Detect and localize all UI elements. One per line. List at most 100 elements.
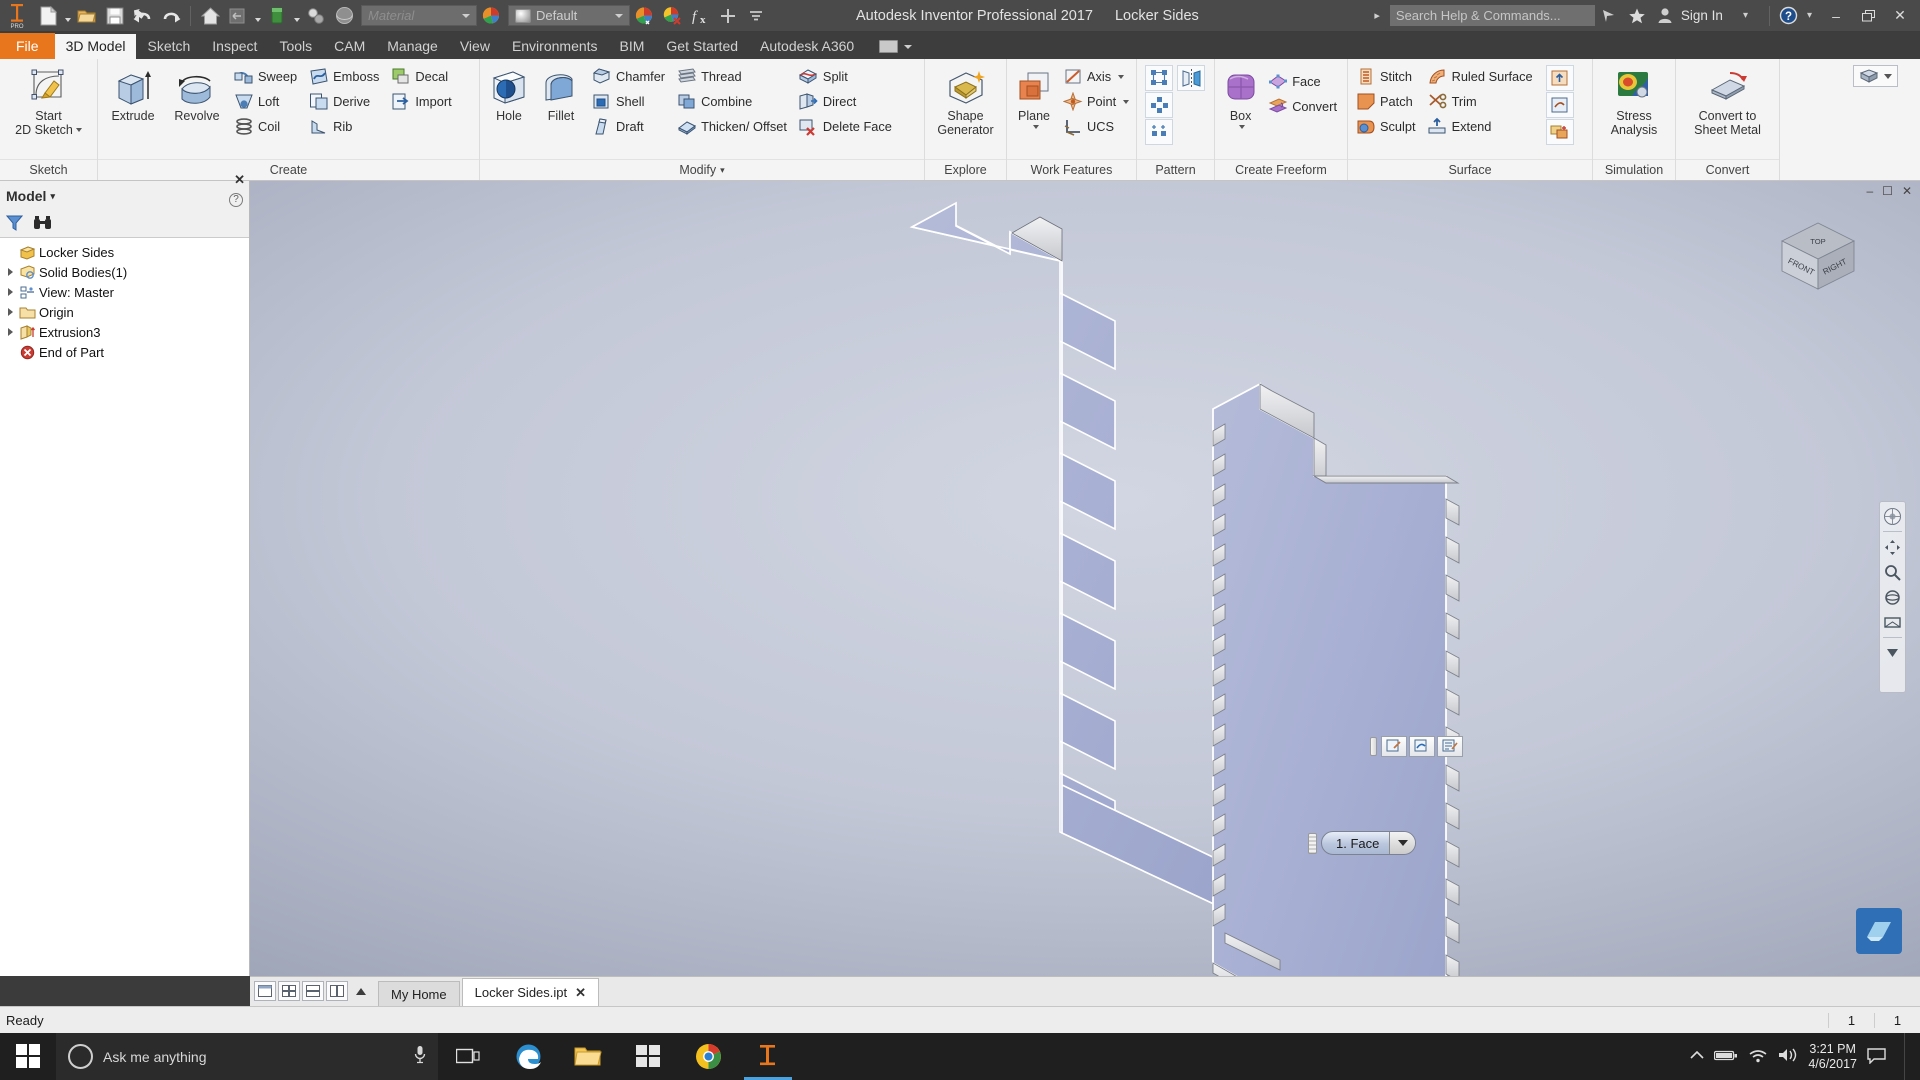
favorites-star-icon[interactable]	[1624, 3, 1650, 29]
customize-toolbar-icon[interactable]	[743, 3, 769, 29]
update-dropdown[interactable]	[291, 3, 302, 29]
close-window-button[interactable]: ✕	[1884, 0, 1916, 32]
browser-help-icon[interactable]: ?	[229, 193, 243, 207]
title-overflow-arrow-icon[interactable]: ▸	[1374, 9, 1380, 22]
update-icon[interactable]	[264, 3, 290, 29]
grid-view-button[interactable]	[278, 981, 300, 1001]
appearance-combo[interactable]: Default	[508, 5, 630, 26]
tree-node-origin[interactable]: Origin	[0, 302, 249, 322]
split-button[interactable]: Split	[796, 64, 897, 89]
thicken-offset-button[interactable]: Thicken/ Offset	[674, 114, 792, 139]
copy-object-button[interactable]	[1545, 119, 1574, 145]
undo-icon[interactable]	[130, 3, 156, 29]
inventor-button[interactable]	[738, 1033, 798, 1080]
fillet-button[interactable]: Fillet	[535, 63, 587, 123]
account-dropdown-caret-icon[interactable]: ▾	[1743, 10, 1748, 21]
direct-button[interactable]: Direct	[796, 89, 897, 114]
rib-button[interactable]: Rib	[306, 114, 384, 139]
browser-title[interactable]: Model ▾	[6, 188, 55, 204]
tree-node-end-of-part[interactable]: End of Part	[0, 342, 249, 362]
ucs-button[interactable]: UCS	[1060, 114, 1134, 139]
axis-button[interactable]: Axis	[1060, 64, 1134, 89]
mirror-button[interactable]	[1177, 65, 1205, 91]
chevron-down-icon[interactable]	[1239, 125, 1246, 129]
face-selector-dropdown-icon[interactable]	[1389, 832, 1415, 854]
stress-analysis-button[interactable]: Stress Analysis	[1606, 63, 1663, 137]
material-browser-icon[interactable]	[478, 3, 504, 29]
expand-arrow-icon[interactable]	[4, 308, 17, 316]
save-icon[interactable]	[102, 3, 128, 29]
point-button[interactable]: Point	[1060, 89, 1134, 114]
plane-button[interactable]: Plane	[1010, 63, 1058, 129]
add-to-toolbar-icon[interactable]	[715, 3, 741, 29]
coil-button[interactable]: Coil	[231, 114, 302, 139]
extrude-button[interactable]: Extrude	[101, 63, 165, 123]
scroll-up-button[interactable]	[350, 981, 372, 1001]
taskbar-clock[interactable]: 3:21 PM 4/6/2017	[1808, 1042, 1857, 1072]
cortana-search-box[interactable]: Ask me anything	[56, 1033, 438, 1080]
thread-button[interactable]: Thread	[674, 64, 792, 89]
filter-icon[interactable]	[5, 214, 24, 234]
box-freeform-button[interactable]: Box	[1218, 63, 1263, 129]
replace-face-button[interactable]	[1545, 92, 1574, 118]
material-combo[interactable]: Material	[361, 5, 477, 26]
face-freeform-button[interactable]: Face	[1265, 69, 1342, 94]
redo-icon[interactable]	[158, 3, 184, 29]
binoculars-icon[interactable]	[33, 215, 52, 234]
sketch-driven-pattern-button[interactable]	[1145, 119, 1173, 145]
mini-toolbar-grip[interactable]	[1370, 736, 1377, 756]
expand-arrow-icon[interactable]	[4, 328, 17, 336]
visual-style-combo[interactable]	[1853, 65, 1898, 87]
clear-appearance-icon[interactable]	[659, 3, 685, 29]
part-geometry[interactable]: X Y Z	[250, 181, 1920, 976]
tree-node-solid-bodies[interactable]: Solid Bodies(1)	[0, 262, 249, 282]
emboss-button[interactable]: Emboss	[306, 64, 384, 89]
stitch-button[interactable]: Stitch	[1353, 64, 1421, 89]
microphone-icon[interactable]	[414, 1045, 426, 1068]
rectangular-pattern-button[interactable]	[1145, 65, 1173, 91]
edit-sketch-icon[interactable]	[1381, 735, 1407, 757]
wifi-icon[interactable]	[1748, 1048, 1768, 1066]
start-2d-sketch-button[interactable]: Start 2D Sketch	[10, 63, 87, 138]
tab-environments[interactable]: Environments	[501, 34, 609, 59]
volume-icon[interactable]	[1778, 1047, 1798, 1066]
store-button[interactable]	[618, 1033, 678, 1080]
expand-arrow-icon[interactable]	[4, 288, 17, 296]
show-desktop-button[interactable]	[1904, 1033, 1916, 1080]
material-sphere-icon[interactable]	[331, 3, 357, 29]
part-solid[interactable]	[1212, 382, 1460, 976]
tab-inspect[interactable]: Inspect	[201, 34, 268, 59]
convert-freeform-button[interactable]: Convert	[1265, 94, 1342, 119]
restore-window-button[interactable]	[1852, 0, 1884, 32]
chevron-down-icon[interactable]: ▾	[720, 160, 725, 181]
vertical-split-button[interactable]	[326, 981, 348, 1001]
tree-node-view-master[interactable]: View: Master	[0, 282, 249, 302]
home-icon[interactable]	[197, 3, 223, 29]
show-hidden-icons-chevron[interactable]	[1690, 1049, 1704, 1064]
tab-sketch[interactable]: Sketch	[136, 34, 201, 59]
chevron-down-icon[interactable]	[1032, 125, 1039, 129]
a360-cloud-badge[interactable]	[1856, 908, 1902, 954]
tab-autodesk-a360[interactable]: Autodesk A360	[749, 34, 865, 59]
account-avatar-icon[interactable]	[1652, 3, 1678, 29]
convert-to-sheet-metal-button[interactable]: Convert to Sheet Metal	[1689, 63, 1766, 137]
tab-get-started[interactable]: Get Started	[655, 34, 749, 59]
annotate-icon[interactable]	[1437, 735, 1463, 757]
circular-pattern-button[interactable]	[1145, 92, 1173, 118]
sculpt-button[interactable]: Sculpt	[1353, 114, 1421, 139]
import-button[interactable]: Import	[388, 89, 456, 114]
tab-tools[interactable]: Tools	[268, 34, 323, 59]
return-icon[interactable]	[225, 3, 251, 29]
revolve-button[interactable]: Revolve	[165, 63, 229, 123]
expand-arrow-icon[interactable]	[4, 268, 17, 276]
search-input[interactable]	[1389, 5, 1595, 26]
minimize-window-button[interactable]: –	[1820, 0, 1852, 32]
delete-face-button[interactable]: Delete Face	[796, 114, 897, 139]
task-view-button[interactable]	[438, 1033, 498, 1080]
graphics-viewport[interactable]: – ☐ ✕ FRONT RIGHT TOP 1. Face	[250, 181, 1920, 976]
derive-button[interactable]: Derive	[306, 89, 384, 114]
tab-cam[interactable]: CAM	[323, 34, 376, 59]
patch-button[interactable]: Patch	[1353, 89, 1421, 114]
parameters-fx-icon[interactable]: fx	[687, 3, 713, 29]
boundary-patch-button[interactable]	[1545, 65, 1574, 91]
